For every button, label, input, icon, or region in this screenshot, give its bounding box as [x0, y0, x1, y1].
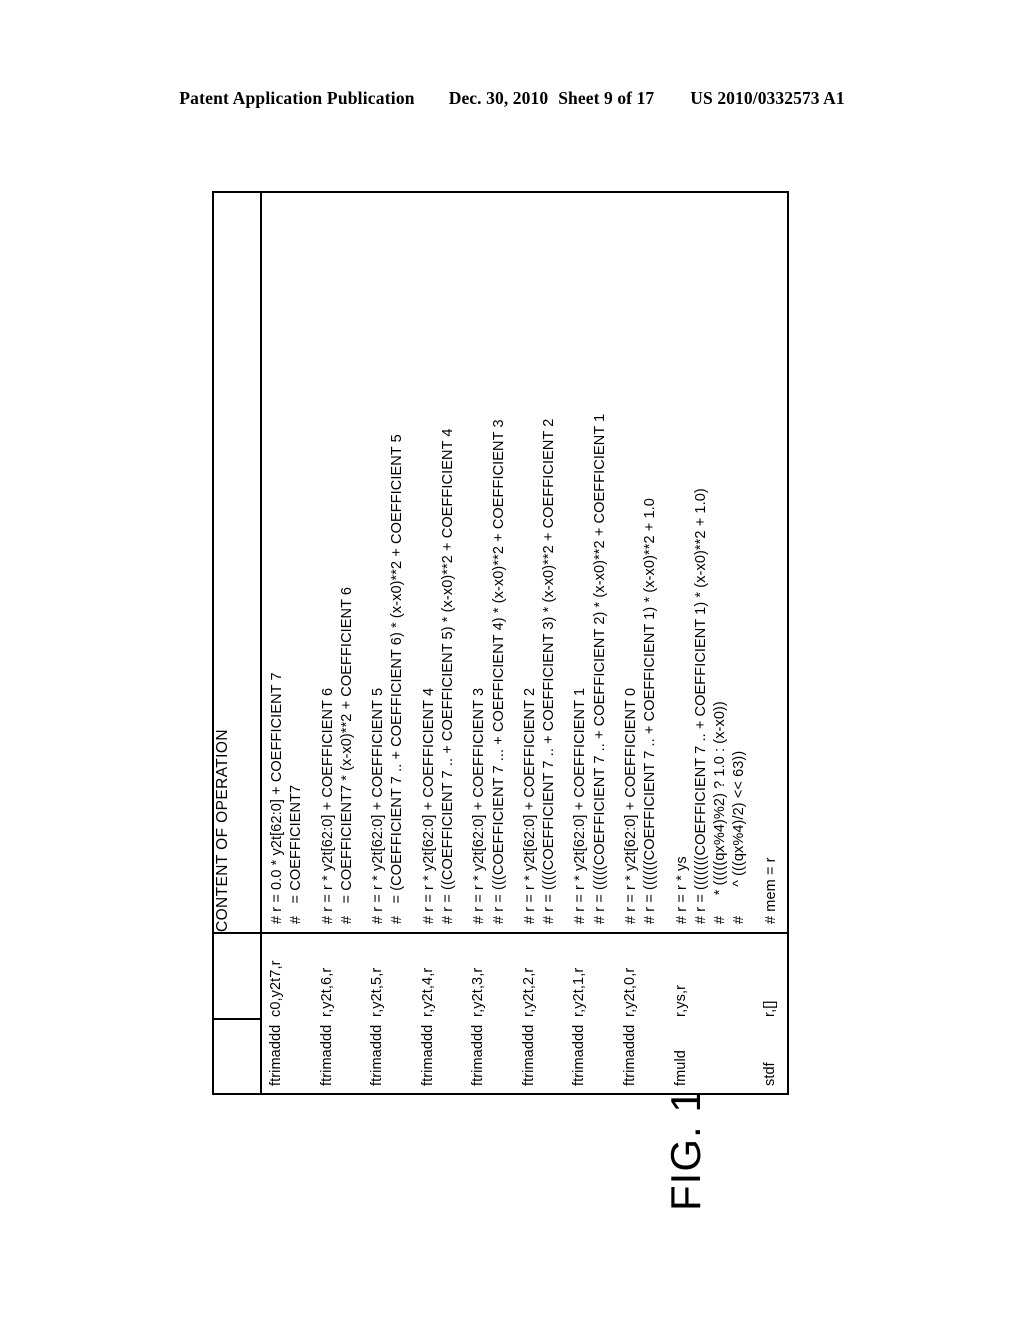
operation-content: # r = 0.0 * y2t[62:0] + COEFFICIENT 7 # =…: [261, 193, 313, 933]
instruction-operands: r,y2t,3,r: [464, 933, 515, 1019]
instruction-operands: c0,y2t7,r: [261, 933, 313, 1019]
operation-line: # = COEFFICIENT7: [288, 784, 305, 924]
operation-line: # r = ((((COEFFICIENT 7 .. + COEFFICIENT…: [541, 418, 558, 924]
table-row: ftrimaddd r,y2t,2,r # r = r * y2t[62:0] + …: [514, 193, 566, 1093]
table-row: ftrimaddd r,y2t,0,r # r = r * y2t[62:0] + …: [615, 193, 667, 1093]
operation-table: CONTENT OF OPERATION ftrimaddd c0,y2t7,r #…: [212, 191, 789, 1095]
operation-line: # r = ((COEFFICIENT 7 .. + COEFFICIENT 5…: [439, 428, 456, 924]
operation-content: # r = r * y2t[62:0] + COEFFICIENT 4 # r =…: [414, 193, 465, 933]
publication-date: Dec. 30, 2010: [448, 88, 549, 108]
instruction-operands: r,y2t,6,r: [312, 933, 364, 1019]
operation-content: # r = r * y2t[62:0] + COEFFICIENT 5 # = (…: [363, 193, 414, 933]
operation-content: # r = r * y2t[62:0] + COEFFICIENT 0 # r =…: [616, 193, 667, 933]
table-row: ftrimaddd r,y2t,5,r # r = r * y2t[62:0] + …: [363, 193, 414, 1093]
table-row: ftrimaddd r,y2t,6,r # r = r * y2t[62:0] + …: [312, 193, 364, 1093]
operation-line: # r = r * y2t[62:0] + COEFFICIENT 4: [420, 687, 437, 924]
operation-content: # r = r * y2t[62:0] + COEFFICIENT 1 # r =…: [565, 193, 616, 933]
instruction-mnemonic: ftrimaddd: [369, 1024, 386, 1086]
column-header-operand: [214, 933, 261, 1019]
operation-line: # r = ((((((COEFFICIENT 7 .. + COEFFICIE…: [642, 498, 659, 924]
table-row: stdf r,[] # mem = r: [755, 193, 787, 1093]
operation-content: # r = r * y2t[62:0] + COEFFICIENT 3 # r =…: [464, 193, 515, 933]
operation-content: # mem = r: [756, 193, 787, 933]
operation-line: # r = 0.0 * y2t[62:0] + COEFFICIENT 7: [269, 672, 285, 924]
operation-line: # r = r * y2t[62:0] + COEFFICIENT 6: [319, 687, 336, 924]
instruction-operands: r,y2t,1,r: [565, 933, 616, 1019]
operation-line: # r = r * y2t[62:0] + COEFFICIENT 5: [370, 687, 387, 924]
instruction-mnemonic: stdf: [761, 1062, 778, 1086]
page-header: Patent Application Publication Dec. 30, 2…: [0, 88, 1024, 109]
instruction-mnemonic: ftrimaddd: [571, 1024, 588, 1086]
instruction-mnemonic: ftrimaddd: [520, 1024, 537, 1086]
table-row: ftrimaddd r,y2t,3,r # r = r * y2t[62:0] + …: [464, 193, 515, 1093]
operation-line: # r = r * y2t[62:0] + COEFFICIENT 1: [572, 687, 589, 924]
instruction-mnemonic: ftrimaddd: [419, 1024, 436, 1086]
instruction-operands: r,y2t,5,r: [363, 933, 414, 1019]
figure-stage: FIG. 11 CONTENT OF OPERATION ftrimaddd c0…: [192, 185, 832, 1215]
operation-line: # = (COEFFICIENT 7 .. + COEFFICIENT 6) *…: [389, 434, 406, 924]
operation-content: # r = r * y2t[62:0] + COEFFICIENT 6 # = C…: [313, 193, 364, 933]
operation-line: # r = r * y2t[62:0] + COEFFICIENT 2: [521, 687, 538, 924]
table-row: ftrimaddd c0,y2t7,r # r = 0.0 * y2t[62:0] …: [261, 193, 313, 1093]
instruction-operands: r,y2t,4,r: [413, 933, 465, 1019]
instruction-mnemonic: ftrimaddd: [470, 1024, 487, 1086]
operation-line: # mem = r: [762, 857, 779, 924]
operation-content: # r = r * ys # r = (((((((COEFFICIENT 7 .…: [667, 193, 756, 933]
table-row: fmuld r,ys,r # r = r * ys # r = (((((((COEF…: [666, 193, 756, 1093]
sheet-number: Sheet 9 of 17: [558, 88, 655, 108]
instruction-mnemonic: ftrimaddd: [318, 1024, 335, 1086]
instruction-mnemonic: ftrimaddd: [268, 1024, 284, 1086]
operation-line: # r = (((((COEFFICIENT 7 .. + COEFFICIEN…: [591, 413, 608, 924]
instruction-mnemonic: ftrimaddd: [621, 1024, 638, 1086]
operation-line: # * (((((qx%4)%2) ? 1.0 : (x-x0)): [712, 701, 729, 924]
table-body: ftrimaddd c0,y2t7,r # r = 0.0 * y2t[62:0] …: [261, 193, 787, 1093]
operation-content: # r = r * y2t[62:0] + COEFFICIENT 2 # r =…: [515, 193, 566, 933]
column-header-mnemonic: [214, 1019, 261, 1093]
operation-line: # r = (((((((COEFFICIENT 7 .. + COEFFICI…: [692, 488, 709, 924]
operation-line: # r = r * y2t[62:0] + COEFFICIENT 0: [622, 687, 639, 924]
operation-line: # r = (((COEFFICIENT 7 ... + COEFFICIENT…: [490, 419, 507, 924]
table-header-row: CONTENT OF OPERATION: [214, 193, 261, 1093]
patent-number: US 2010/0332573 A1: [690, 88, 845, 108]
instruction-operands: r,y2t,0,r: [615, 933, 667, 1019]
operation-line: # = COEFFICIENT7 * (x-x0)**2 + COEFFICIE…: [338, 586, 355, 924]
table-row: ftrimaddd r,y2t,4,r # r = r * y2t[62:0] + …: [413, 193, 465, 1093]
instruction-operands: r,[]: [755, 933, 787, 1019]
instruction-mnemonic: fmuld: [672, 1050, 689, 1086]
instruction-operands: r,y2t,2,r: [514, 933, 566, 1019]
operation-line: # r = r * ys: [673, 856, 690, 924]
publication-title: Patent Application Publication: [179, 88, 415, 108]
table-row: ftrimaddd r,y2t,1,r # r = r * y2t[62:0] + …: [565, 193, 616, 1093]
operation-line: # r = r * y2t[62:0] + COEFFICIENT 3: [471, 687, 488, 924]
column-header-content: CONTENT OF OPERATION: [214, 193, 261, 933]
operation-line: # ^ (((qx%4)/2) << 63)): [731, 750, 748, 924]
instruction-operands: r,ys,r: [666, 933, 756, 1019]
